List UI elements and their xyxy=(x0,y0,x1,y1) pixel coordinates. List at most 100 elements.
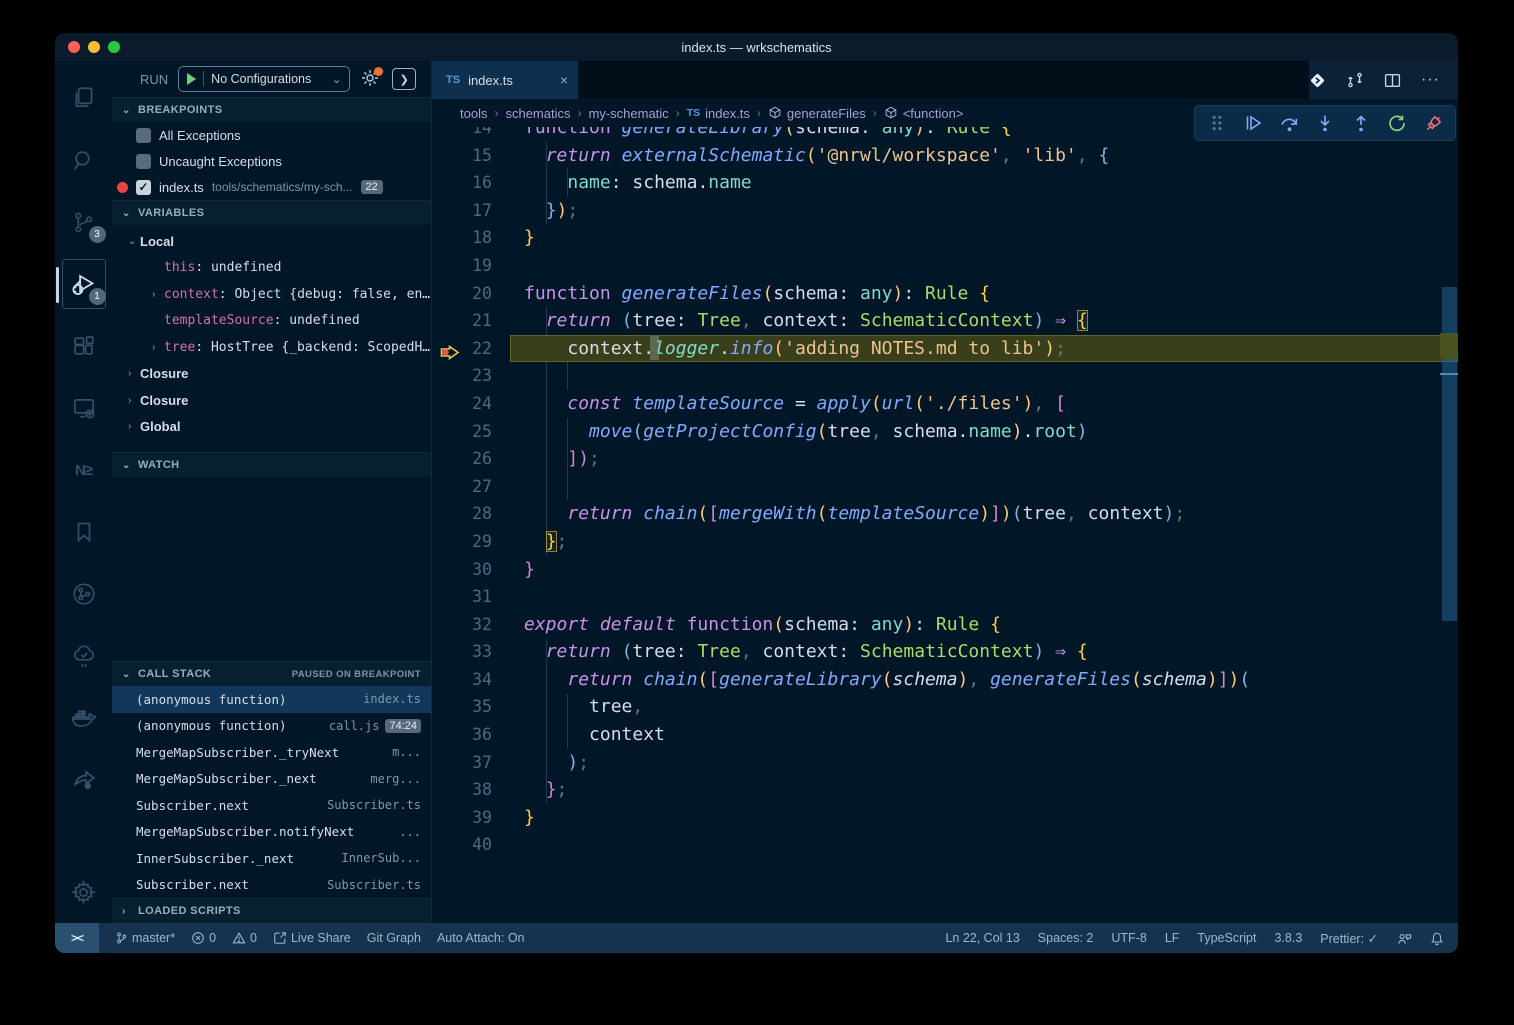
continue-button[interactable] xyxy=(1237,108,1269,138)
call-stack-frame[interactable]: Subscriber.nextSubscriber.ts xyxy=(112,872,431,899)
status-item-ln-22-col-13[interactable]: Ln 22, Col 13 xyxy=(945,931,1019,945)
start-debug-icon[interactable] xyxy=(187,73,196,85)
variables-section-header[interactable]: ⌄ VARIABLES xyxy=(112,200,431,225)
settings-gear-icon[interactable] xyxy=(60,861,108,923)
step-into-button[interactable] xyxy=(1309,108,1341,138)
breakpoint-checkbox[interactable] xyxy=(136,154,151,169)
breadcrumb-item[interactable]: TSindex.ts xyxy=(687,106,750,121)
restart-button[interactable] xyxy=(1381,108,1413,138)
activity-item-nx-console[interactable]: N≥ xyxy=(60,439,108,501)
line-number[interactable]: 40 xyxy=(432,831,492,859)
tab-index-ts[interactable]: TS index.ts × xyxy=(432,61,578,99)
call-stack-frame[interactable]: MergeMapSubscriber._nextmerg... xyxy=(112,766,431,793)
line-number[interactable]: 18 xyxy=(432,224,492,252)
activity-item-source-control[interactable]: 3 xyxy=(60,191,108,253)
line-number[interactable]: 36 xyxy=(432,721,492,749)
status-item-live-share[interactable]: Live Share xyxy=(273,931,351,945)
status-item-auto-attach-on[interactable]: Auto Attach: On xyxy=(437,931,525,945)
breakpoint-checkbox[interactable]: ✓ xyxy=(136,180,151,195)
activity-item-git-graph[interactable] xyxy=(60,563,108,625)
line-number[interactable]: 29 xyxy=(432,528,492,556)
line-number[interactable]: 31 xyxy=(432,583,492,611)
line-number[interactable]: 37 xyxy=(432,749,492,777)
call-stack-frame[interactable]: MergeMapSubscriber.notifyNext... xyxy=(112,819,431,846)
line-number[interactable]: 14 xyxy=(432,127,492,142)
breadcrumb-item[interactable]: generateFiles xyxy=(768,106,866,121)
status-item-utf-8[interactable]: UTF-8 xyxy=(1111,931,1146,945)
breadcrumb-item[interactable]: tools xyxy=(460,106,487,121)
line-number[interactable]: 20 xyxy=(432,280,492,308)
breadcrumb-item[interactable]: my-schematic xyxy=(589,106,669,121)
variable-row[interactable]: ⌄Local xyxy=(112,228,431,255)
line-number[interactable]: 17 xyxy=(432,197,492,225)
call-stack-frame[interactable]: MergeMapSubscriber._tryNextm... xyxy=(112,739,431,766)
debug-settings-button[interactable] xyxy=(360,68,382,90)
status-item-git-graph[interactable]: Git Graph xyxy=(367,931,421,945)
activity-item-extensions[interactable] xyxy=(60,315,108,377)
more-actions-icon[interactable]: ··· xyxy=(1421,71,1440,89)
breakpoints-section-header[interactable]: ⌄ BREAKPOINTS xyxy=(112,97,431,122)
close-window-button[interactable] xyxy=(68,41,80,53)
activity-item-run-debug[interactable]: 1 xyxy=(60,253,108,315)
call-stack-section-header[interactable]: ⌄ CALL STACK PAUSED ON BREAKPOINT xyxy=(112,661,431,686)
split-editor-icon[interactable] xyxy=(1384,72,1401,89)
compare-changes-icon[interactable] xyxy=(1346,71,1364,89)
activity-item-todo-tree[interactable] xyxy=(60,625,108,687)
line-number[interactable]: 38 xyxy=(432,776,492,804)
variable-row[interactable]: ›Global xyxy=(112,414,431,441)
launch-config-dropdown[interactable]: No Configurations ⌄ xyxy=(178,66,350,92)
line-number[interactable]: 34 xyxy=(432,666,492,694)
status-item-3-8-3[interactable]: 3.8.3 xyxy=(1274,931,1302,945)
breadcrumb-item[interactable]: <function> xyxy=(884,106,964,121)
line-number[interactable]: 35 xyxy=(432,693,492,721)
activity-item-bookmarks[interactable] xyxy=(60,501,108,563)
breakpoint-row[interactable]: All Exceptions xyxy=(112,122,431,148)
gitlens-icon[interactable] xyxy=(1309,72,1326,89)
activity-item-docker[interactable] xyxy=(60,687,108,749)
activity-item-remote-explorer[interactable] xyxy=(60,377,108,439)
editor-scrollbar[interactable] xyxy=(1440,127,1458,923)
line-number[interactable]: 33 xyxy=(432,638,492,666)
status-item-bell[interactable] xyxy=(1430,931,1444,946)
status-item-spaces-2[interactable]: Spaces: 2 xyxy=(1038,931,1094,945)
status-item-feedback[interactable] xyxy=(1396,931,1412,946)
activity-item-explorer[interactable] xyxy=(60,67,108,129)
remote-indicator[interactable]: >< xyxy=(55,923,99,953)
line-number[interactable]: 25 xyxy=(432,418,492,446)
line-number[interactable]: 28 xyxy=(432,500,492,528)
breakpoint-row[interactable]: Uncaught Exceptions xyxy=(112,148,431,174)
status-item-master-[interactable]: master* xyxy=(115,931,175,945)
status-item-0[interactable]: 0 xyxy=(232,931,257,945)
close-tab-icon[interactable]: × xyxy=(560,72,568,88)
minimize-window-button[interactable] xyxy=(88,41,100,53)
line-number[interactable]: 21 xyxy=(432,307,492,335)
variable-row[interactable]: templateSource: undefined xyxy=(112,308,431,335)
line-number[interactable]: 30 xyxy=(432,556,492,584)
open-debug-console-button[interactable]: ❯ xyxy=(392,68,416,90)
line-number[interactable]: 26 xyxy=(432,445,492,473)
drag-grip-icon[interactable] xyxy=(1201,108,1233,138)
status-item-lf[interactable]: LF xyxy=(1165,931,1180,945)
activity-item-project-share[interactable] xyxy=(60,749,108,811)
loaded-scripts-section-header[interactable]: › LOADED SCRIPTS xyxy=(112,898,431,923)
variable-row[interactable]: ›Closure xyxy=(112,361,431,388)
status-item-prettier-[interactable]: Prettier: ✓ xyxy=(1320,931,1378,946)
maximize-window-button[interactable] xyxy=(108,41,120,53)
variable-row[interactable]: this: undefined xyxy=(112,255,431,282)
line-number[interactable]: 27 xyxy=(432,473,492,501)
disconnect-button[interactable] xyxy=(1417,108,1449,138)
step-out-button[interactable] xyxy=(1345,108,1377,138)
call-stack-frame[interactable]: (anonymous function)index.ts xyxy=(112,686,431,713)
line-number[interactable]: 19 xyxy=(432,252,492,280)
variable-row[interactable]: ›tree: HostTree {_backend: ScopedH… xyxy=(112,334,431,361)
status-item-typescript[interactable]: TypeScript xyxy=(1197,931,1256,945)
call-stack-frame[interactable]: (anonymous function)call.js74:24 xyxy=(112,713,431,740)
window-controls[interactable] xyxy=(68,41,120,53)
watch-section-header[interactable]: ⌄ WATCH xyxy=(112,452,431,477)
code-editor[interactable]: 14function generateLibrary(schema: any):… xyxy=(432,127,1458,923)
variable-row[interactable]: ›Closure xyxy=(112,387,431,414)
activity-item-search[interactable] xyxy=(60,129,108,191)
breakpoint-row[interactable]: ✓index.tstools/schematics/my-sch...22 xyxy=(112,174,431,200)
line-number[interactable]: 16 xyxy=(432,169,492,197)
call-stack-frame[interactable]: Subscriber.nextSubscriber.ts xyxy=(112,792,431,819)
